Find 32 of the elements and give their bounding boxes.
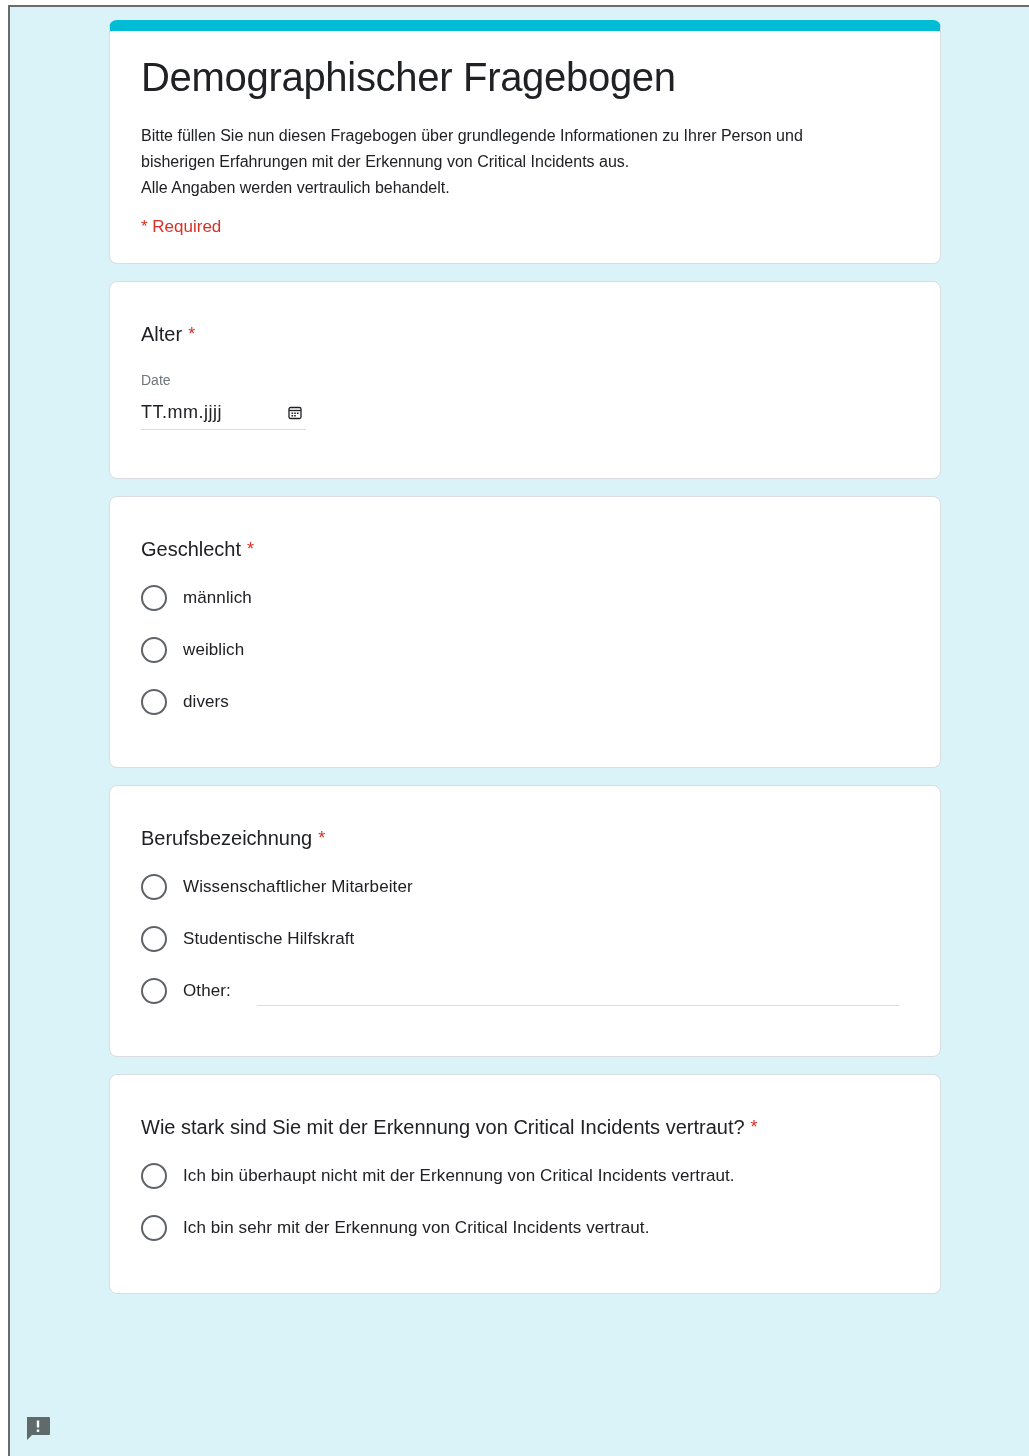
- question-title: Berufsbezeichnung: [141, 826, 313, 850]
- option-label: Ich bin sehr mit der Erkennung von Critical Incidents vertraut.: [183, 1218, 650, 1238]
- option-label: Wissenschaftlicher Mitarbeiter: [183, 877, 413, 897]
- radio-button[interactable]: [141, 585, 167, 611]
- option-label: Ich bin überhaupt nicht mit der Erkennung von Critical Incidents vertraut.: [183, 1166, 735, 1186]
- feedback-icon[interactable]: [24, 1414, 52, 1442]
- radio-button[interactable]: [141, 689, 167, 715]
- radio-button[interactable]: [141, 874, 167, 900]
- calendar-icon[interactable]: [288, 406, 302, 420]
- required-note: * Required: [141, 217, 222, 237]
- radio-button[interactable]: [141, 1163, 167, 1189]
- option-label: divers: [183, 692, 229, 712]
- required-asterisk: *: [750, 1116, 758, 1139]
- radio-button[interactable]: [141, 926, 167, 952]
- form-description: Bitte füllen Sie nun diesen Fragebogen über grundlegende Informationen zu Ihrer Person und bisherigen Erfahrungen mit der Erkennung von Critical Incidents aus.: [141, 126, 804, 172]
- radio-button[interactable]: [141, 978, 167, 1004]
- form-title: Demographischer Fragebogen: [141, 54, 677, 101]
- field-label: Date: [141, 372, 172, 388]
- question-title: Geschlecht: [141, 537, 242, 561]
- required-asterisk: *: [247, 538, 255, 561]
- radio-button[interactable]: [141, 637, 167, 663]
- required-asterisk: *: [188, 323, 196, 346]
- option-label: Other:: [183, 981, 231, 1001]
- radio-button[interactable]: [141, 1215, 167, 1241]
- option-label: weiblich: [183, 640, 245, 660]
- form-description: Alle Angaben werden vertraulich behandelt.: [141, 178, 451, 198]
- question-title: Wie stark sind Sie mit der Erkennung von Critical Incidents vertraut?: [141, 1115, 745, 1139]
- option-label: Studentische Hilfskraft: [183, 929, 355, 949]
- option-label: männlich: [183, 588, 252, 608]
- question-title: Alter: [141, 322, 183, 346]
- required-asterisk: *: [318, 827, 326, 850]
- date-input-field[interactable]: TT.mm.jjjj: [141, 402, 306, 430]
